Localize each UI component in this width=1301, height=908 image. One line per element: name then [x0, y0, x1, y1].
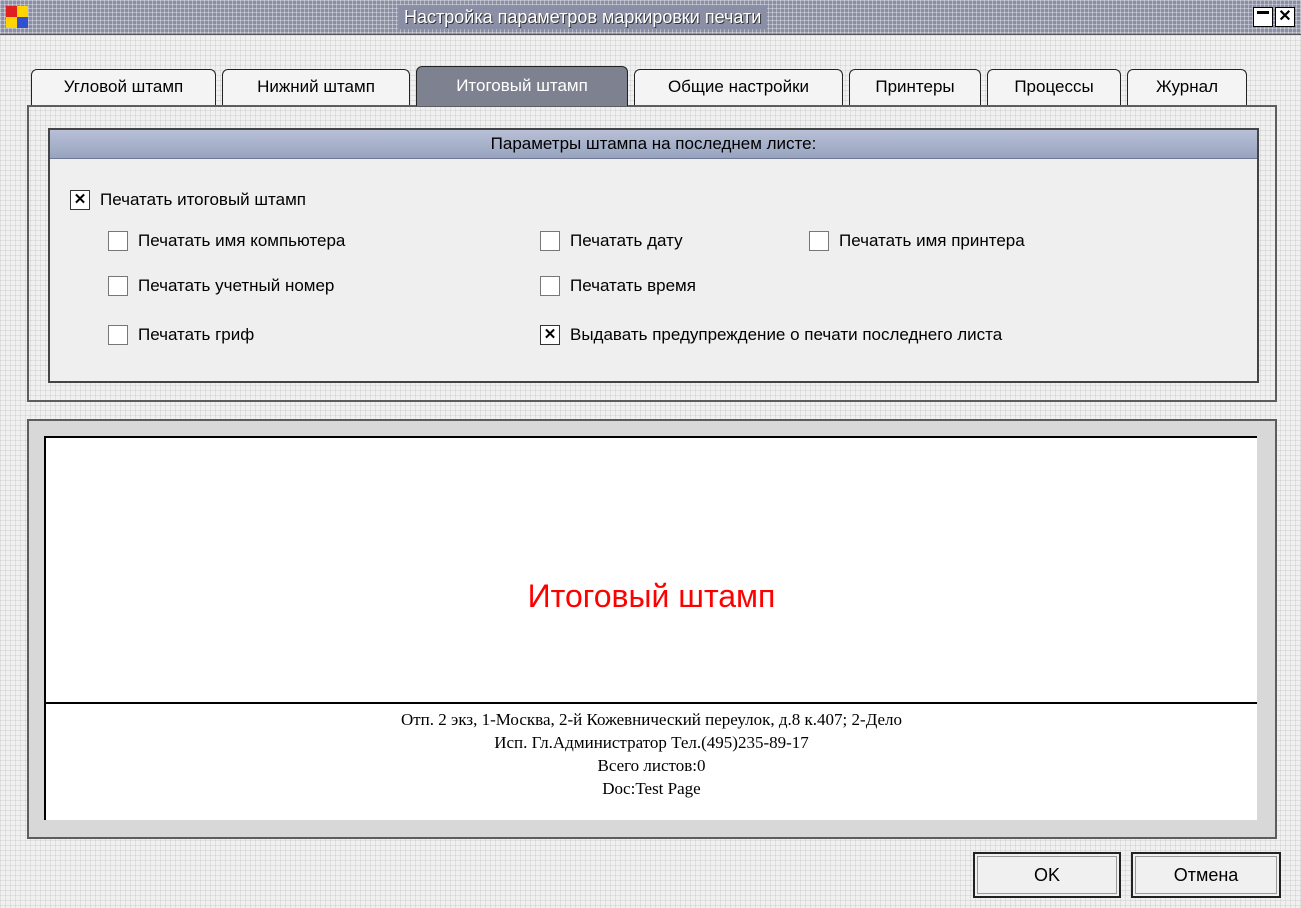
- checkbox-label: Печатать имя компьютера: [138, 231, 346, 250]
- close-icon: ✕: [1278, 8, 1292, 25]
- cancel-button[interactable]: Отмена: [1131, 852, 1281, 898]
- print-computer-name-checkbox[interactable]: Печатать имя компьютера: [108, 228, 345, 254]
- checkbox-icon: [108, 231, 128, 251]
- checkbox-label: Печатать итоговый штамп: [100, 190, 306, 209]
- checkbox-icon: [540, 231, 560, 251]
- preview-line-copies: Отп. 2 экз, 1-Москва, 2-й Кожевнический …: [400, 710, 903, 729]
- close-button[interactable]: ✕: [1275, 7, 1295, 27]
- tab-bottom-stamp[interactable]: Нижний штамп: [222, 69, 410, 105]
- warn-last-page-checkbox[interactable]: ✕ Выдавать предупреждение о печати после…: [540, 322, 1002, 348]
- preview-divider: [46, 702, 1257, 704]
- checkbox-checked-icon: ✕: [540, 325, 560, 345]
- checkbox-checked-icon: ✕: [70, 190, 90, 210]
- checkbox-label: Печатать дату: [570, 231, 683, 250]
- print-account-number-checkbox[interactable]: Печатать учетный номер: [108, 273, 334, 299]
- group-header: Параметры штампа на последнем листе:: [50, 130, 1257, 159]
- tab-corner-stamp[interactable]: Угловой штамп: [31, 69, 216, 105]
- tab-final-stamp[interactable]: Итоговый штамп: [416, 66, 628, 106]
- checkbox-label: Печатать время: [570, 276, 696, 295]
- print-classification-checkbox[interactable]: Печатать гриф: [108, 322, 254, 348]
- title-bar[interactable]: Настройка параметров маркировки печати ✕: [0, 0, 1301, 35]
- checkbox-icon: [809, 231, 829, 251]
- app-logo-icon: [6, 6, 28, 28]
- print-printer-name-checkbox[interactable]: Печатать имя принтера: [809, 228, 1025, 254]
- checkbox-icon: [108, 276, 128, 296]
- preview-line-doc: Doc:Test Page: [602, 779, 701, 798]
- checkbox-label: Печатать учетный номер: [138, 276, 335, 295]
- print-date-checkbox[interactable]: Печатать дату: [540, 228, 683, 254]
- tab-log[interactable]: Журнал: [1127, 69, 1247, 105]
- window-title: Настройка параметров маркировки печати: [398, 5, 768, 29]
- checkbox-label: Печатать имя принтера: [839, 231, 1025, 250]
- tab-general-settings[interactable]: Общие настройки: [634, 69, 843, 105]
- checkbox-label: Выдавать предупреждение о печати последн…: [570, 325, 1003, 344]
- tab-printers[interactable]: Принтеры: [849, 69, 981, 105]
- checkbox-icon: [108, 325, 128, 345]
- checkbox-label: Печатать гриф: [138, 325, 255, 344]
- preview-info: Отп. 2 экз, 1-Москва, 2-й Кожевнический …: [46, 708, 1257, 800]
- tab-processes[interactable]: Процессы: [987, 69, 1121, 105]
- ok-button[interactable]: OK: [973, 852, 1121, 898]
- minimize-button[interactable]: [1253, 7, 1273, 27]
- preview-line-total-pages: Всего листов:0: [597, 756, 706, 775]
- checkbox-icon: [540, 276, 560, 296]
- stamp-preview: Итоговый штамп Отп. 2 экз, 1-Москва, 2-й…: [44, 436, 1257, 820]
- print-time-checkbox[interactable]: Печатать время: [540, 273, 696, 299]
- preview-title: Итоговый штамп: [527, 578, 776, 614]
- print-final-stamp-checkbox[interactable]: ✕ Печатать итоговый штамп: [70, 187, 306, 213]
- preview-line-executor: Исп. Гл.Администратор Тел.(495)235-89-17: [494, 733, 809, 752]
